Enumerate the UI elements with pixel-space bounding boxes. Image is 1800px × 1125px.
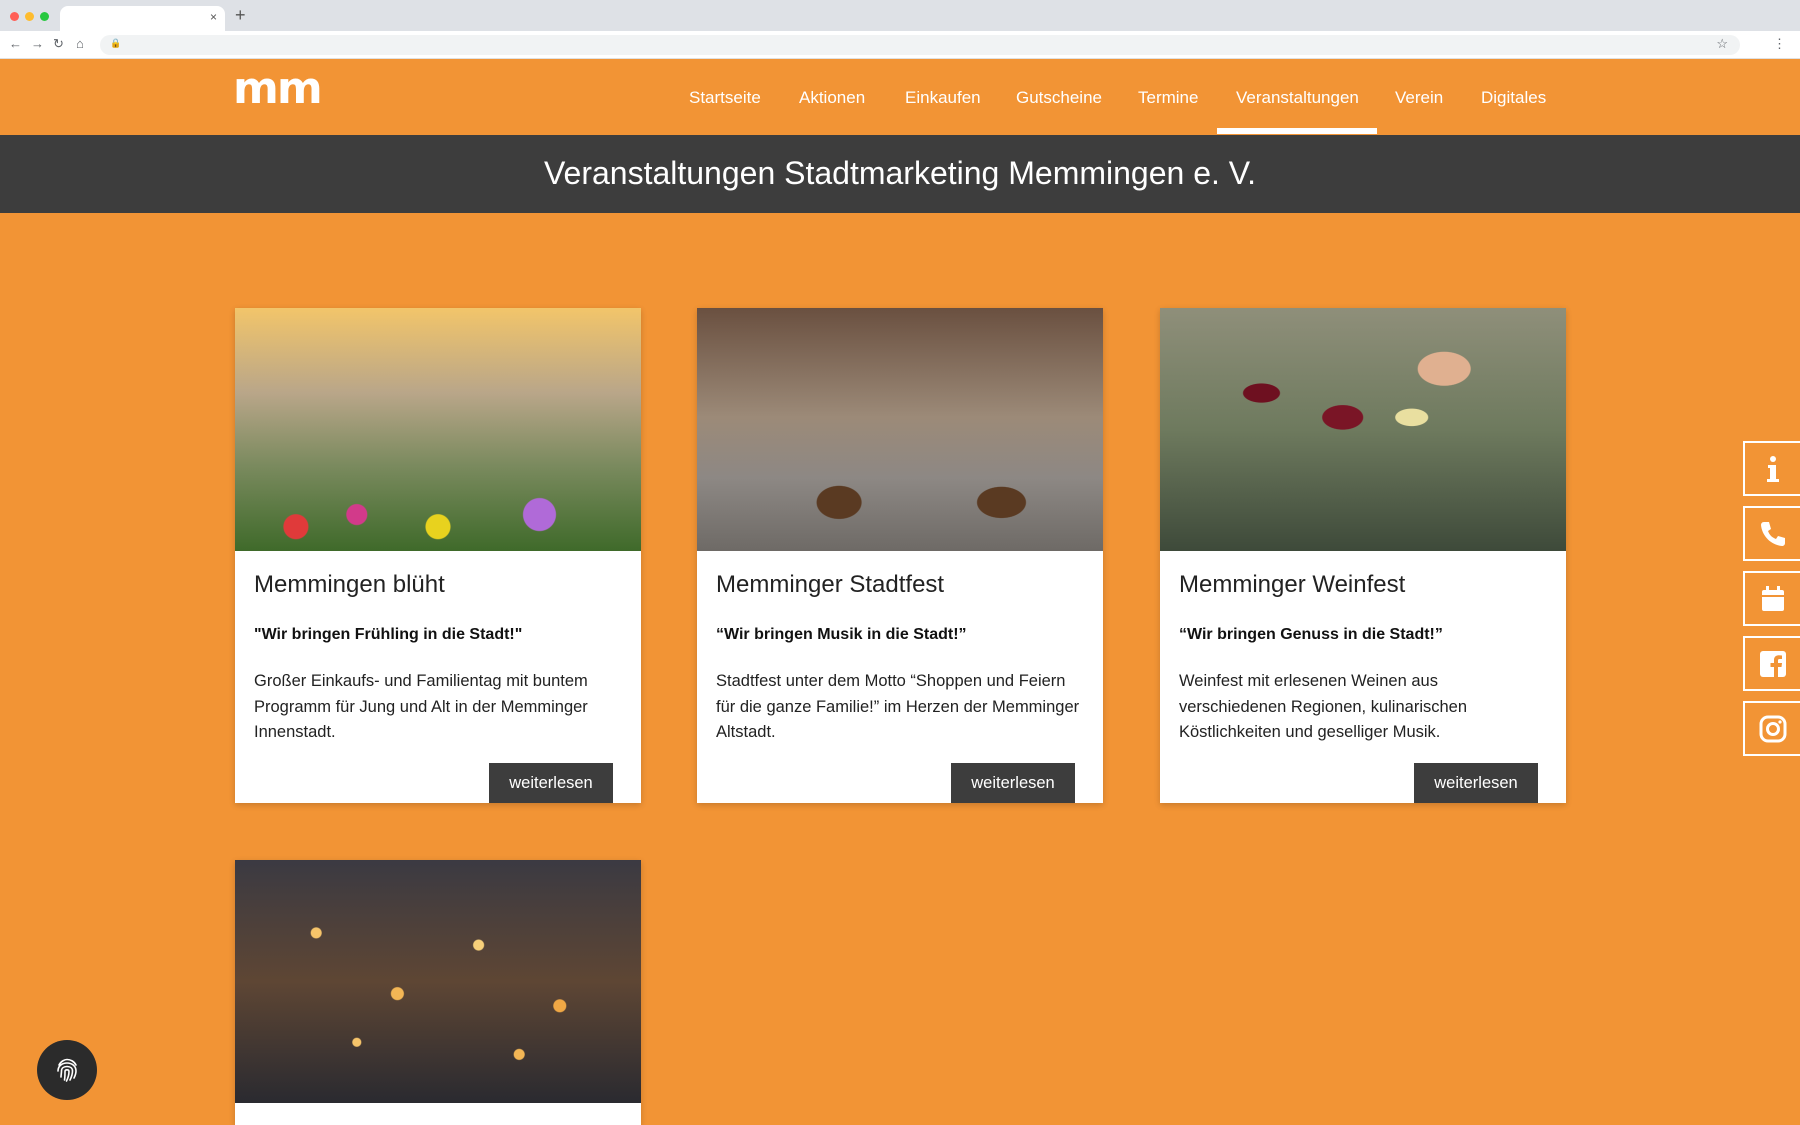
event-card-lights bbox=[235, 860, 641, 1125]
card-title: Memmingen blüht bbox=[254, 571, 445, 598]
info-icon bbox=[1766, 455, 1779, 482]
event-image-stadtfest[interactable] bbox=[697, 308, 1103, 551]
back-icon[interactable]: ← bbox=[9, 36, 22, 52]
nav-item-gutscheine[interactable]: Gutscheine bbox=[1016, 88, 1102, 108]
logo[interactable]: mm bbox=[233, 63, 323, 114]
page-title: Veranstaltungen Stadtmarketing Memmingen… bbox=[543, 155, 1257, 191]
site-header: mm Startseite Aktionen Einkaufen Gutsche… bbox=[0, 59, 1800, 135]
nav-item-termine[interactable]: Termine bbox=[1138, 88, 1198, 108]
browser-tab-bar: × + bbox=[0, 0, 1800, 31]
close-window-button[interactable] bbox=[10, 12, 19, 21]
nav-item-veranstaltungen[interactable]: Veranstaltungen bbox=[1236, 88, 1359, 108]
card-quote: “Wir bringen Genuss in die Stadt!” bbox=[1179, 626, 1443, 643]
phone-button[interactable] bbox=[1743, 506, 1800, 561]
nav-item-aktionen[interactable]: Aktionen bbox=[799, 88, 865, 108]
lock-icon: 🔒 bbox=[110, 38, 122, 48]
nav-item-verein[interactable]: Verein bbox=[1395, 88, 1443, 108]
card-text: Weinfest mit erlesenen Weinen aus versch… bbox=[1179, 672, 1468, 741]
info-button[interactable] bbox=[1743, 441, 1800, 496]
forward-icon[interactable]: → bbox=[31, 36, 44, 52]
fingerprint-icon bbox=[57, 1058, 77, 1082]
card-title: Memminger Weinfest bbox=[1179, 571, 1406, 598]
event-card-memmingen-blueht: Memmingen blüht "Wir bringen Frühling in… bbox=[235, 308, 641, 803]
privacy-settings-button[interactable] bbox=[37, 1040, 97, 1100]
home-icon[interactable]: ⌂ bbox=[76, 36, 84, 52]
weiterlesen-button[interactable]: weiterlesen bbox=[489, 763, 613, 803]
card-text: Stadtfest unter dem Motto “Shoppen und F… bbox=[716, 672, 1080, 741]
browser-tab[interactable]: × bbox=[60, 6, 225, 31]
nav-active-indicator bbox=[1217, 128, 1377, 134]
nav-item-einkaufen[interactable]: Einkaufen bbox=[905, 88, 981, 108]
calendar-button[interactable] bbox=[1743, 571, 1800, 626]
event-card-weinfest: Memminger Weinfest “Wir bringen Genuss i… bbox=[1160, 308, 1566, 803]
browser-address-bar: ← → ↻ ⌂ 🔒 ☆ ⋮ bbox=[0, 31, 1800, 59]
card-quote: "Wir bringen Frühling in die Stadt!" bbox=[254, 626, 523, 643]
event-image-lights[interactable] bbox=[235, 860, 641, 1103]
facebook-button[interactable] bbox=[1743, 636, 1800, 691]
event-card-stadtfest: Memminger Stadtfest “Wir bringen Musik i… bbox=[697, 308, 1103, 803]
phone-icon bbox=[1760, 521, 1785, 546]
event-image-weinfest[interactable] bbox=[1160, 308, 1566, 551]
url-input[interactable]: 🔒 ☆ bbox=[100, 35, 1740, 55]
reload-icon[interactable]: ↻ bbox=[53, 36, 64, 52]
tab-close-icon[interactable]: × bbox=[210, 10, 217, 24]
maximize-window-button[interactable] bbox=[40, 12, 49, 21]
new-tab-icon[interactable]: + bbox=[235, 6, 246, 24]
weiterlesen-button[interactable]: weiterlesen bbox=[1414, 763, 1538, 803]
bookmark-star-icon[interactable]: ☆ bbox=[1716, 36, 1728, 52]
facebook-icon bbox=[1759, 650, 1786, 677]
nav-item-digitales[interactable]: Digitales bbox=[1481, 88, 1546, 108]
browser-menu-icon[interactable]: ⋮ bbox=[1773, 36, 1786, 52]
card-title: Memminger Stadtfest bbox=[716, 571, 945, 598]
calendar-icon bbox=[1761, 585, 1784, 611]
nav-item-startseite[interactable]: Startseite bbox=[689, 88, 761, 108]
card-quote: “Wir bringen Musik in die Stadt!” bbox=[716, 626, 967, 643]
title-band: Veranstaltungen Stadtmarketing Memmingen… bbox=[0, 135, 1800, 213]
instagram-icon bbox=[1759, 715, 1786, 742]
card-text: Großer Einkaufs- und Familientag mit bun… bbox=[254, 672, 588, 741]
event-image-flower-market[interactable] bbox=[235, 308, 641, 551]
instagram-button[interactable] bbox=[1743, 701, 1800, 756]
minimize-window-button[interactable] bbox=[25, 12, 34, 21]
weiterlesen-button[interactable]: weiterlesen bbox=[951, 763, 1075, 803]
